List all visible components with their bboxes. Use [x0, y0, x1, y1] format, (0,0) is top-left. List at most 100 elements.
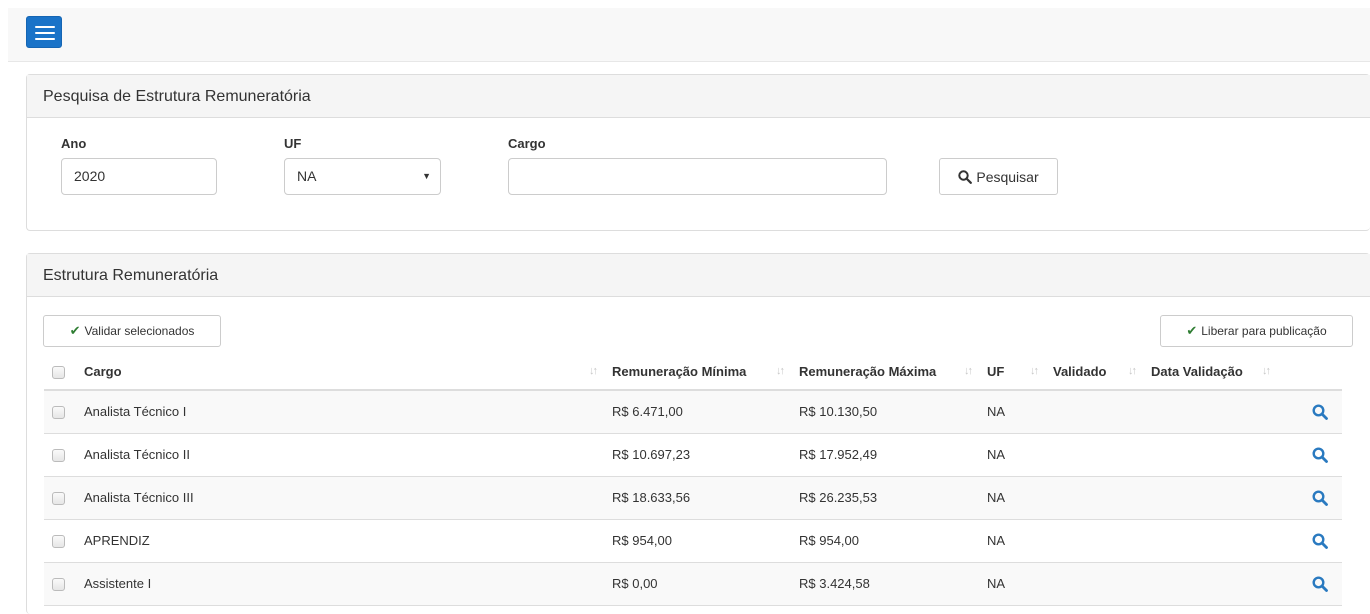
select-all-cell [44, 354, 76, 391]
top-navbar [8, 8, 1370, 62]
cell-remuneracao-minima: R$ 18.633,56 [604, 476, 791, 520]
cell-actions [1277, 562, 1342, 606]
cell-cargo: APRENDIZ [76, 519, 604, 563]
column-header-remuneracao-minima[interactable]: Remuneração Mínima ↓↑ [604, 354, 791, 391]
table-row: APRENDIZ R$ 954,00 R$ 954,00 NA [44, 519, 1342, 563]
column-header-uf[interactable]: UF ↓↑ [979, 354, 1045, 391]
sort-icon: ↓↑ [1030, 365, 1039, 377]
cell-remuneracao-maxima: R$ 954,00 [791, 519, 979, 563]
chevron-down-icon: ▼ [422, 171, 431, 181]
cell-cargo: Assistente I [76, 562, 604, 606]
hamburger-icon-line [35, 26, 55, 28]
cell-data-validacao [1143, 519, 1277, 563]
search-button[interactable]: Pesquisar [939, 158, 1058, 195]
cell-uf: NA [979, 562, 1045, 606]
column-header-actions [1277, 354, 1342, 391]
cell-uf: NA [979, 476, 1045, 520]
cell-validado [1045, 476, 1143, 520]
magnifier-icon[interactable] [1312, 447, 1328, 463]
table-row: Analista Técnico I R$ 6.471,00 R$ 10.130… [44, 390, 1342, 434]
column-header-cargo[interactable]: Cargo ↓↑ [76, 354, 604, 391]
column-header-label: Cargo [84, 364, 122, 379]
uf-select-value: NA [297, 168, 317, 184]
row-checkbox[interactable] [52, 535, 65, 549]
cell-data-validacao [1143, 433, 1277, 477]
search-panel-title: Pesquisa de Estrutura Remuneratória [27, 75, 1370, 118]
column-header-label: Validado [1053, 364, 1107, 379]
check-icon: ✔ [1186, 323, 1198, 338]
sort-icon: ↓↑ [1128, 365, 1137, 377]
cell-remuneracao-maxima: R$ 10.130,50 [791, 390, 979, 434]
row-checkbox[interactable] [52, 449, 65, 463]
cell-uf: NA [979, 519, 1045, 563]
cell-validado [1045, 433, 1143, 477]
column-header-label: Remuneração Mínima [612, 364, 747, 379]
magnifier-icon[interactable] [1312, 533, 1328, 549]
row-checkbox[interactable] [52, 406, 65, 420]
cell-remuneracao-minima: R$ 0,00 [604, 562, 791, 606]
cell-uf: NA [979, 390, 1045, 434]
ano-input[interactable]: 2020 [61, 158, 217, 195]
row-select-cell [44, 390, 76, 434]
sort-icon: ↓↑ [1262, 365, 1271, 377]
cargo-label: Cargo [508, 136, 546, 151]
cell-cargo: Analista Técnico I [76, 390, 604, 434]
cell-remuneracao-minima: R$ 954,00 [604, 519, 791, 563]
cell-actions [1277, 433, 1342, 477]
cell-data-validacao [1143, 390, 1277, 434]
row-select-cell [44, 562, 76, 606]
cell-remuneracao-maxima: R$ 17.952,49 [791, 433, 979, 477]
row-select-cell [44, 433, 76, 477]
cell-remuneracao-maxima: R$ 26.235,53 [791, 476, 979, 520]
magnifier-icon[interactable] [1312, 490, 1328, 506]
results-panel-title: Estrutura Remuneratória [27, 254, 1370, 297]
column-header-data-validacao[interactable]: Data Validação ↓↑ [1143, 354, 1277, 391]
publish-button[interactable]: ✔ Liberar para publicação [1160, 315, 1353, 347]
select-all-checkbox[interactable] [52, 366, 65, 380]
table-row: Assistente I R$ 0,00 R$ 3.424,58 NA [44, 562, 1342, 606]
table-row: Analista Técnico II R$ 10.697,23 R$ 17.9… [44, 433, 1342, 477]
cargo-input[interactable] [508, 158, 887, 195]
search-panel: Pesquisa de Estrutura Remuneratória Ano … [26, 74, 1370, 231]
row-checkbox[interactable] [52, 492, 65, 506]
column-header-label: Data Validação [1151, 364, 1243, 379]
hamburger-menu-button[interactable] [26, 16, 62, 48]
cell-data-validacao [1143, 476, 1277, 520]
cell-cargo: Analista Técnico II [76, 433, 604, 477]
row-select-cell [44, 519, 76, 563]
cell-actions [1277, 390, 1342, 434]
cell-validado [1045, 519, 1143, 563]
cell-actions [1277, 519, 1342, 563]
sort-icon: ↓↑ [776, 365, 785, 377]
sort-icon: ↓↑ [589, 365, 598, 377]
uf-select[interactable]: NA ▼ [284, 158, 441, 195]
uf-label: UF [284, 136, 302, 151]
cell-data-validacao [1143, 562, 1277, 606]
sort-icon: ↓↑ [964, 365, 973, 377]
column-header-label: UF [987, 364, 1005, 379]
search-icon [958, 169, 973, 184]
row-select-cell [44, 476, 76, 520]
table-header-row: Cargo ↓↑ Remuneração Mínima ↓↑ Remuneração… [44, 354, 1342, 391]
cell-remuneracao-minima: R$ 6.471,00 [604, 390, 791, 434]
cell-validado [1045, 390, 1143, 434]
magnifier-icon[interactable] [1312, 404, 1328, 420]
cell-remuneracao-minima: R$ 10.697,23 [604, 433, 791, 477]
column-header-label: Remuneração Máxima [799, 364, 937, 379]
results-panel: Estrutura Remuneratória ✔ Validar seleci… [26, 253, 1370, 614]
column-header-validado[interactable]: Validado ↓↑ [1045, 354, 1143, 391]
hamburger-icon-line [35, 38, 55, 40]
table-row: Analista Técnico III R$ 18.633,56 R$ 26.… [44, 476, 1342, 520]
hamburger-icon-line [35, 32, 55, 34]
validate-selected-button[interactable]: ✔ Validar selecionados [43, 315, 221, 347]
cell-actions [1277, 476, 1342, 520]
ano-label: Ano [61, 136, 87, 151]
magnifier-icon[interactable] [1312, 576, 1328, 592]
publish-button-label: Liberar para publicação [1201, 324, 1327, 338]
cell-uf: NA [979, 433, 1045, 477]
results-table: Cargo ↓↑ Remuneração Mínima ↓↑ Remuneração… [44, 354, 1342, 606]
row-checkbox[interactable] [52, 578, 65, 592]
check-icon: ✔ [69, 323, 81, 338]
column-header-remuneracao-maxima[interactable]: Remuneração Máxima ↓↑ [791, 354, 979, 391]
cell-remuneracao-maxima: R$ 3.424,58 [791, 562, 979, 606]
